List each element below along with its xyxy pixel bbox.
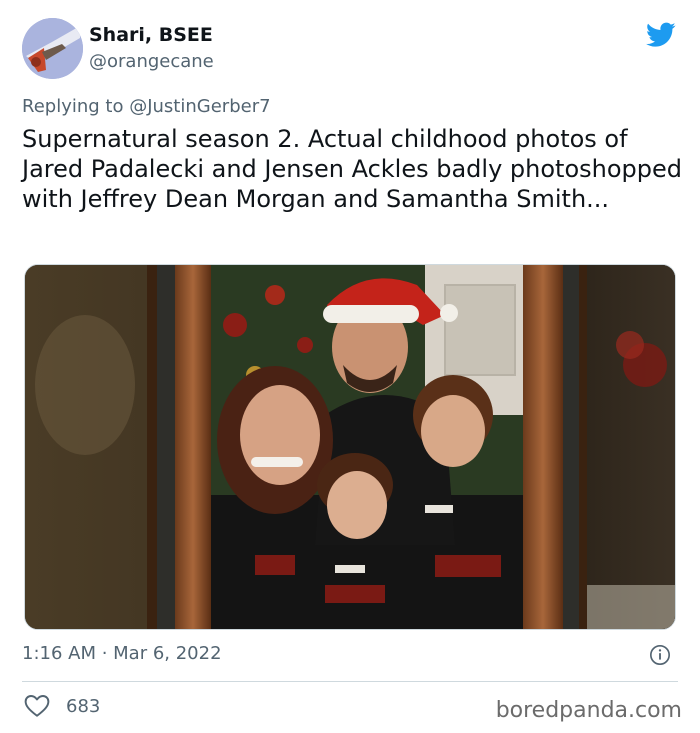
info-icon[interactable] xyxy=(649,644,671,666)
replying-prefix: Replying to xyxy=(22,96,130,117)
heart-icon[interactable] xyxy=(24,694,50,718)
like-count: 683 xyxy=(66,695,101,717)
replying-to-handle[interactable]: @JustinGerber7 xyxy=(129,96,270,117)
author-name[interactable]: Shari, BSEE xyxy=(89,24,213,46)
replying-to: Replying to @JustinGerber7 xyxy=(22,96,271,117)
tweet-text: Supernatural season 2. Actual childhood … xyxy=(22,125,682,213)
tweet-header: Shari, BSEE @orangecane xyxy=(22,18,682,80)
divider xyxy=(22,681,678,682)
twitter-bird-icon[interactable] xyxy=(646,22,676,48)
author-handle[interactable]: @orangecane xyxy=(89,51,214,72)
tweet-timestamp[interactable]: 1:16 AM · Mar 6, 2022 xyxy=(22,643,222,664)
tweet-photo[interactable] xyxy=(24,264,676,630)
like-button[interactable]: 683 xyxy=(24,694,100,718)
avatar[interactable] xyxy=(22,18,83,79)
watermark: boredpanda.com xyxy=(495,698,682,723)
